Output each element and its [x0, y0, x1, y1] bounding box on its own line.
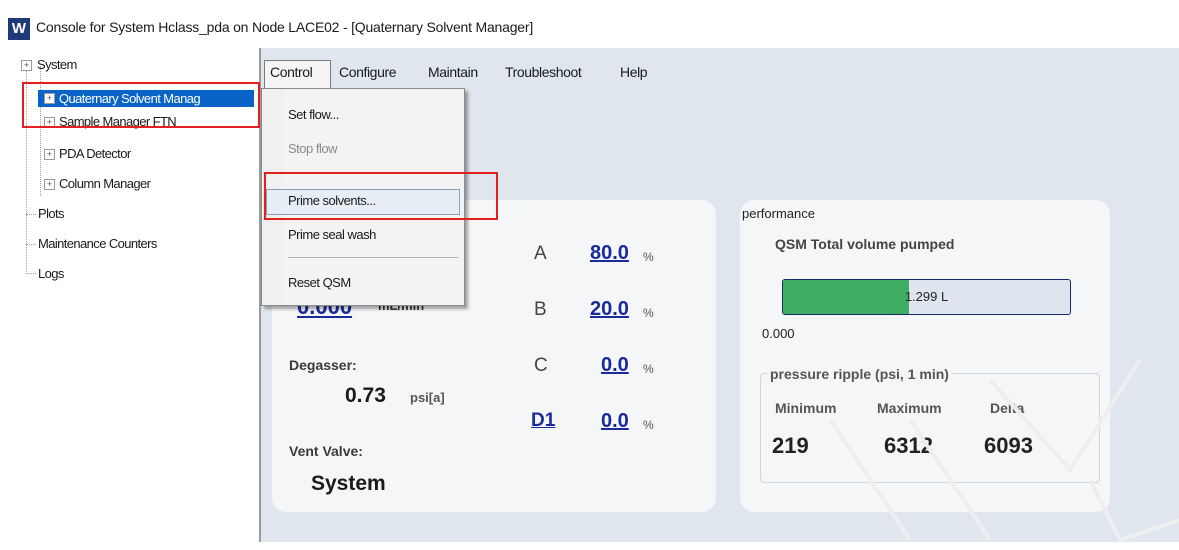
app-logo-icon: W	[8, 18, 30, 40]
ripple-min-value: 219	[772, 433, 809, 458]
ripple-min-header: Minimum	[775, 400, 837, 416]
volume-progress-bar: 1.299 L	[782, 279, 1071, 315]
solvent-c-label: C	[534, 355, 548, 376]
volume-progress-value: 1.299 L	[904, 289, 949, 304]
tree-item-column-manager[interactable]: Column Manager	[59, 176, 151, 191]
menu-help[interactable]: Help	[620, 64, 648, 80]
tree-item-maintenance-counters[interactable]: Maintenance Counters	[38, 236, 157, 251]
solvent-d1-value[interactable]: 0.0	[601, 410, 629, 433]
solvent-b-value[interactable]: 20.0	[590, 298, 629, 321]
volume-scale-min: 0.000	[762, 326, 795, 341]
ripple-max-value: 6312	[884, 433, 933, 458]
menu-item-prime-seal-wash[interactable]: Prime seal wash	[288, 227, 376, 242]
pressure-ripple-group	[760, 373, 1100, 483]
tree-item-plots[interactable]: Plots	[38, 206, 65, 221]
solvent-c-unit: %	[643, 362, 654, 376]
menu-maintain[interactable]: Maintain	[428, 64, 478, 80]
menu-item-set-flow[interactable]: Set flow...	[288, 107, 339, 122]
performance-title: performance	[742, 206, 815, 221]
tree-item-logs[interactable]: Logs	[38, 266, 64, 281]
solvent-b-unit: %	[643, 306, 654, 320]
menu-separator	[288, 257, 458, 258]
vent-valve-value: System	[311, 472, 386, 495]
ripple-delta-header: Delta	[990, 400, 1025, 416]
ripple-max-header: Maximum	[877, 400, 942, 416]
tree-item-system[interactable]: System	[37, 57, 77, 72]
menu-configure[interactable]: Configure	[339, 64, 397, 80]
expand-icon[interactable]: +	[44, 179, 55, 190]
tree-connector	[26, 214, 36, 216]
expand-icon[interactable]: +	[44, 149, 55, 160]
tree-connector	[26, 244, 36, 246]
title-bar: W Console for System Hclass_pda on Node …	[0, 0, 1179, 48]
pressure-ripple-title: pressure ripple (psi, 1 min)	[768, 366, 951, 382]
degasser-label: Degasser:	[289, 357, 357, 373]
degasser-unit: psi[a]	[410, 390, 445, 405]
vent-valve-label: Vent Valve:	[289, 443, 363, 459]
solvent-a-label: A	[534, 243, 547, 264]
menu-item-stop-flow[interactable]: Stop flow	[288, 141, 337, 156]
expand-icon[interactable]: +	[21, 60, 32, 71]
menu-troubleshoot[interactable]: Troubleshoot	[505, 64, 582, 80]
solvent-c-value[interactable]: 0.0	[601, 354, 629, 377]
ripple-delta-value: 6093	[984, 433, 1033, 458]
solvent-a-unit: %	[643, 250, 654, 264]
solvent-b-label: B	[534, 299, 547, 320]
tree-connector	[26, 273, 36, 275]
highlight-box-prime-solvents	[264, 172, 498, 220]
menu-item-reset-qsm[interactable]: Reset QSM	[288, 275, 351, 290]
window-title: Console for System Hclass_pda on Node LA…	[36, 19, 534, 35]
volume-pumped-label: QSM Total volume pumped	[775, 236, 955, 252]
highlight-box-tree	[22, 82, 260, 128]
tree-item-pda-detector[interactable]: PDA Detector	[59, 146, 131, 161]
solvent-d1-label[interactable]: D1	[531, 410, 555, 432]
solvent-d1-unit: %	[643, 418, 654, 432]
menu-control[interactable]: Control	[270, 64, 313, 80]
solvent-a-value[interactable]: 80.0	[590, 242, 629, 265]
degasser-value: 0.73	[345, 384, 386, 407]
